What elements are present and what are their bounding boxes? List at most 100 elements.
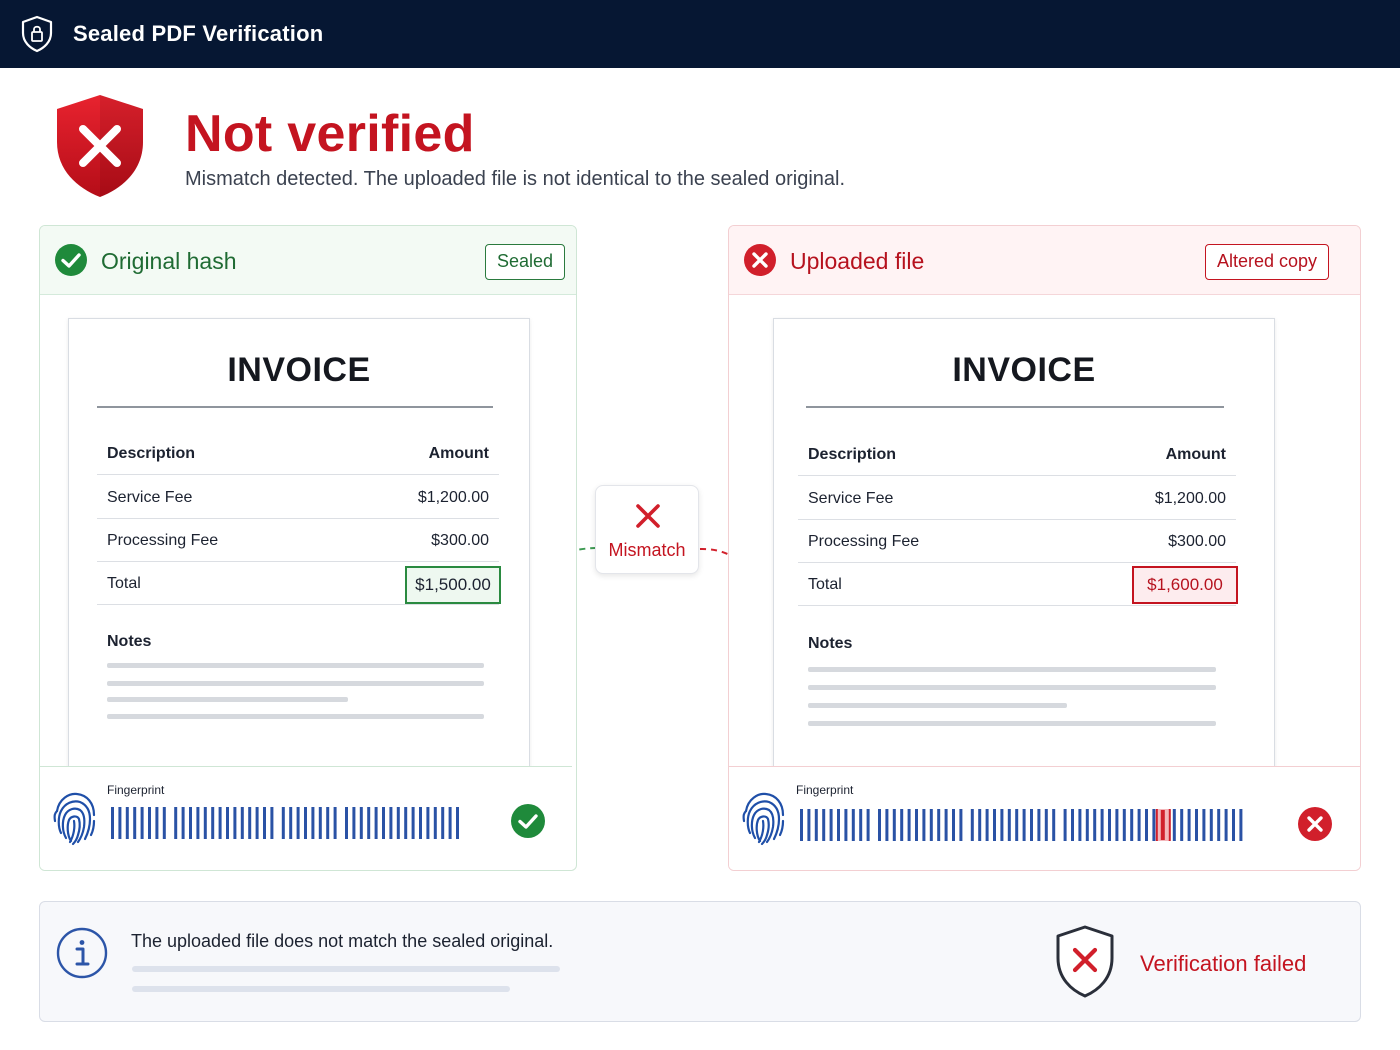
hash-bar [1172,809,1176,841]
hash-bar [829,809,833,841]
hash-bar [1015,809,1019,841]
hash-bar [1044,809,1048,841]
fingerprint-icon [53,792,96,846]
hash-bar [851,809,855,841]
table-header: Description Amount [97,432,499,475]
note-line [808,721,1216,726]
hash-bar [148,807,151,839]
divider [806,406,1224,408]
mismatch-label: Mismatch [608,540,686,560]
hash-bar [289,807,293,839]
hash-bar [1063,809,1067,841]
x-circle-icon [744,244,776,276]
hash-bar [1209,809,1213,841]
hash-bar [907,809,911,841]
column-header-description: Description [107,445,196,462]
original-hash-panel: Original hash Sealed INVOICE Description… [39,225,577,871]
mismatch-x-icon [1298,807,1332,841]
uploaded-fingerprint: Fingerprint [729,766,1360,870]
hash-bar [404,807,408,839]
hash-bar [326,807,330,839]
hash-bar [1093,809,1097,841]
hash-bar [915,809,918,841]
x-mark-icon [636,504,660,528]
divider [97,406,493,408]
hash-bar [318,807,322,839]
hash-bar [125,807,129,839]
note-line [107,663,484,668]
notes-label: Notes [107,633,152,650]
sealed-badge: Sealed [485,244,566,280]
hash-bar [1108,809,1111,841]
uploaded-panel-header: Uploaded file Altered copy [729,226,1360,295]
hash-bar [118,807,122,839]
hash-bar [944,809,948,841]
note-line [107,697,348,702]
hash-bar [866,809,870,841]
uploaded-file-panel: Uploaded file Altered copy INVOICE Descr… [728,225,1361,871]
shield-x-icon [1056,925,1114,998]
hash-bar [419,807,422,839]
hash-bar [226,807,229,839]
hash-bar [203,807,207,839]
hash-bar [859,809,863,841]
info-message: The uploaded file does not match the sea… [131,931,554,951]
hash-bar [1160,810,1165,840]
hash-bar [922,809,926,841]
hash-bar [233,807,237,839]
hash-bar [174,807,178,839]
hash-bar [396,807,400,839]
table-header: Description Amount [798,433,1236,476]
hash-bar [304,807,307,839]
hash-bar [389,807,393,839]
hash-bar [162,807,166,839]
row-description: Service Fee [107,489,193,506]
verification-result: Verification failed [1140,951,1307,976]
altered-copy-badge: Altered copy [1205,244,1330,280]
fingerprint-label: Fingerprint [796,783,854,797]
hash-bar [296,807,300,839]
hash-bar [1217,809,1221,841]
table-row: Processing Fee $300.00 [97,519,499,562]
hash-bar [411,807,415,839]
original-panel-header: Original hash Sealed [40,226,576,295]
table-row: Service Fee $1,200.00 [97,476,499,519]
original-document: INVOICE Description Amount Service Fee $… [68,318,530,778]
hash-bar [248,807,252,839]
hash-bar [878,809,881,841]
total-label: Total [107,575,141,592]
text-placeholder [132,966,560,972]
table-row: Service Fee $1,200.00 [798,477,1236,520]
hash-bar [352,807,356,839]
hash-bar [111,807,114,839]
row-amount: $1,200.00 [1154,490,1226,507]
status-subtitle: Mismatch detected. The uploaded file is … [185,168,846,190]
hash-bar [1195,809,1198,841]
hash-bar [952,809,955,841]
hash-bar [822,809,826,841]
document-title: INVOICE [952,351,1096,389]
shield-x-icon [57,95,143,197]
hash-bar [1007,809,1011,841]
info-banner: The uploaded file does not match the sea… [39,901,1361,1022]
text-placeholder [132,986,510,992]
uploaded-panel-title: Uploaded file [790,248,925,274]
hash-bar [263,807,266,839]
info-icon [56,927,108,979]
hash-bar [1022,809,1026,841]
hash-bar [140,807,144,839]
hash-bar [978,809,982,841]
hash-bar [1137,809,1141,841]
shield-lock-icon [21,15,53,53]
hash-bar [844,809,848,841]
column-header-description: Description [808,446,897,463]
hash-bar [1232,809,1235,841]
hash-bar [1224,809,1228,841]
hash-bar [1122,809,1126,841]
hash-bar [1071,809,1074,841]
hash-bar [270,807,274,839]
mismatch-indicator: Mismatch [595,485,699,574]
row-description: Processing Fee [107,532,219,549]
hash-bar [1030,809,1033,841]
uploaded-document: INVOICE Description Amount Service Fee $… [773,318,1275,778]
